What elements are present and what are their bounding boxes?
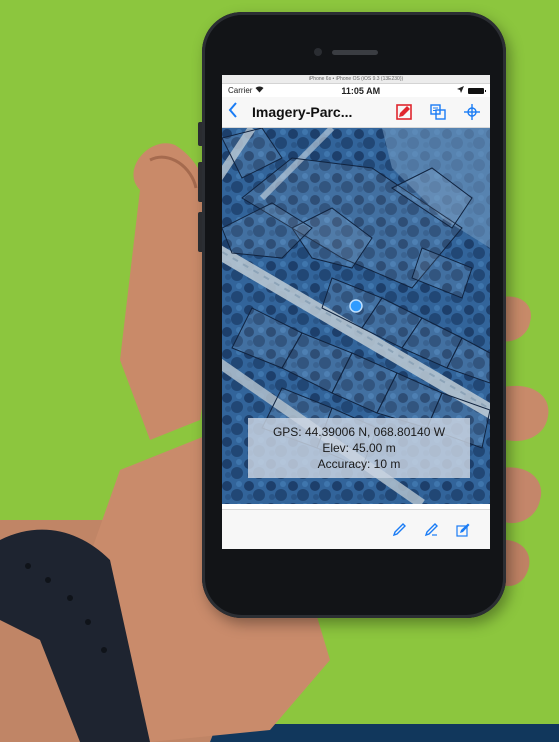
earpiece-speaker: [332, 50, 378, 55]
gps-elevation: Elev: 45.00 m: [322, 441, 396, 455]
edit-button[interactable]: [396, 104, 412, 120]
front-camera: [314, 48, 322, 56]
battery-icon: [467, 87, 486, 94]
carrier-label: Carrier: [228, 86, 253, 95]
draw-line-button[interactable]: [424, 522, 438, 537]
wifi-icon: [255, 86, 264, 95]
mute-switch: [198, 122, 202, 146]
gps-coordinates: GPS: 44.39006 N, 068.80140 W: [272, 425, 446, 439]
status-time: 11:05 AM: [341, 85, 381, 96]
layers-button[interactable]: [430, 104, 446, 120]
pen-icon: [392, 522, 406, 536]
pen-alt-icon: [424, 522, 438, 536]
app-screen: iPhone 6s • iPhone OS (iOS 9.3 (13E230))…: [222, 75, 490, 549]
edit-icon: [396, 104, 412, 120]
navigation-bar: Imagery-Parc...: [222, 97, 490, 128]
layers-icon: [430, 104, 446, 120]
bottom-toolbar: [222, 509, 490, 549]
status-bar: Carrier 11:05 AM: [222, 84, 490, 97]
page-title: Imagery-Parc...: [252, 104, 353, 120]
simulator-bar: iPhone 6s • iPhone OS (iOS 9.3 (13E230)): [222, 75, 490, 84]
location-arrow-icon: [456, 86, 464, 95]
draw-point-button[interactable]: [392, 522, 406, 537]
volume-up-button: [198, 162, 202, 202]
volume-down-button: [198, 212, 202, 252]
gps-location-dot: [349, 299, 363, 313]
crosshair-icon: [464, 104, 480, 120]
back-button[interactable]: [228, 102, 246, 122]
map-view[interactable]: GPS: 44.39006 N, 068.80140 W Elev: 45.00…: [222, 128, 490, 504]
gps-accuracy: Accuracy: 10 m: [317, 457, 401, 471]
locate-button[interactable]: [464, 104, 480, 120]
chevron-left-icon: [228, 102, 237, 118]
draw-polygon-button[interactable]: [456, 523, 470, 537]
gps-readout-panel: GPS: 44.39006 N, 068.80140 W Elev: 45.00…: [248, 418, 470, 478]
pen-edit-icon: [456, 523, 470, 537]
